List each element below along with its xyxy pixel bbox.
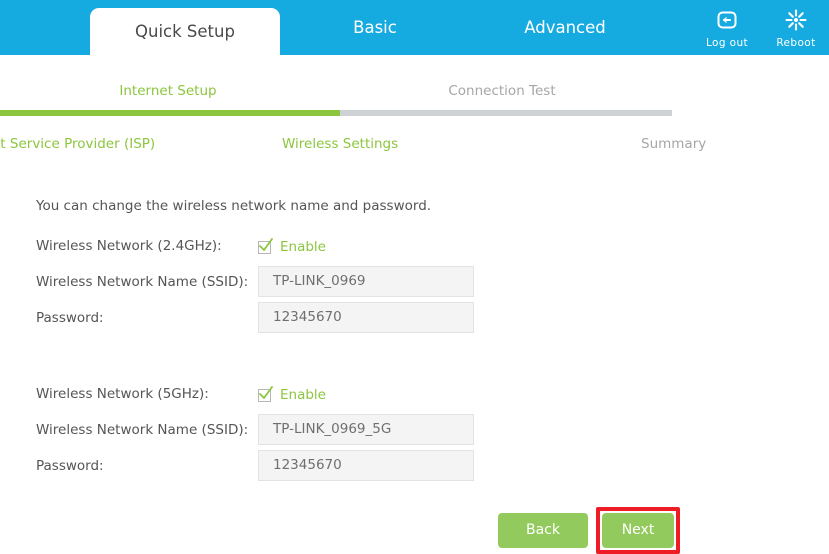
tab-quick-setup-label: Quick Setup	[135, 22, 235, 41]
logout-label: Log out	[705, 37, 749, 49]
checkbox-box-24ghz[interactable]	[258, 237, 273, 254]
reboot-button[interactable]: Reboot	[765, 8, 827, 49]
label-password-24ghz: Password:	[36, 310, 104, 326]
step-label-wireless-settings: Wireless Settings	[282, 136, 399, 152]
input-password-5ghz-value: 12345670	[273, 457, 342, 473]
tab-quick-setup[interactable]: Quick Setup	[90, 8, 280, 55]
input-ssid-5ghz-value: TP-LINK_0969_5G	[273, 421, 392, 437]
step-label-isp: Internet Service Provider (ISP)	[0, 136, 156, 152]
input-ssid-24ghz-value: TP-LINK_0969	[273, 273, 366, 289]
input-password-24ghz-value: 12345670	[273, 309, 342, 325]
input-ssid-5ghz[interactable]: TP-LINK_0969_5G	[258, 414, 474, 445]
setup-progress-bar	[0, 110, 672, 116]
tab-advanced[interactable]: Advanced	[495, 0, 635, 55]
intro-text: You can change the wireless network name…	[36, 198, 432, 214]
logout-icon	[696, 8, 758, 34]
checkbox-wireless-5ghz[interactable]: Enable	[258, 385, 326, 404]
label-password-5ghz: Password:	[36, 458, 104, 474]
subtab-connection-test[interactable]: Connection Test	[422, 83, 582, 99]
checkbox-box-5ghz[interactable]	[258, 385, 273, 402]
label-ssid-24ghz: Wireless Network Name (SSID):	[36, 274, 249, 290]
checkbox-label-5ghz: Enable	[280, 387, 326, 403]
input-password-24ghz[interactable]: 12345670	[258, 302, 474, 333]
reboot-label: Reboot	[776, 37, 816, 49]
checkbox-wireless-24ghz[interactable]: Enable	[258, 237, 326, 256]
label-wireless-24ghz: Wireless Network (2.4GHz):	[36, 238, 222, 254]
logout-button[interactable]: Log out	[696, 8, 758, 49]
input-password-5ghz[interactable]: 12345670	[258, 450, 474, 481]
label-ssid-5ghz: Wireless Network Name (SSID):	[36, 422, 249, 438]
back-button[interactable]: Back	[498, 513, 588, 548]
reboot-icon	[765, 8, 827, 34]
step-label-summary: Summary	[641, 136, 707, 152]
input-ssid-24ghz[interactable]: TP-LINK_0969	[258, 266, 474, 297]
checkbox-label-24ghz: Enable	[280, 239, 326, 255]
top-header-bar: Quick Setup Basic Advanced Log out Reboo…	[0, 0, 829, 55]
setup-progress-fill	[0, 110, 340, 116]
next-button-highlight	[596, 507, 680, 554]
subtab-internet-setup[interactable]: Internet Setup	[88, 83, 248, 99]
label-wireless-5ghz: Wireless Network (5GHz):	[36, 386, 209, 402]
tab-basic[interactable]: Basic	[315, 0, 435, 55]
